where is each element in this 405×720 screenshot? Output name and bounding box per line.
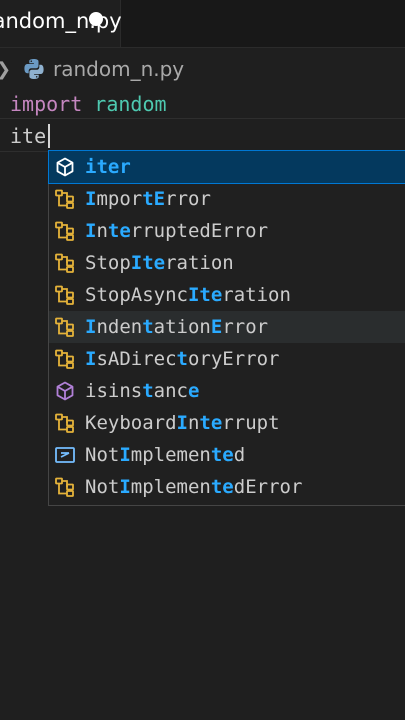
class-icon xyxy=(54,412,76,434)
match-highlight: Ite xyxy=(130,252,166,274)
label-text: n xyxy=(96,220,108,242)
typed-text: ite xyxy=(10,124,47,148)
label-text: rruptedError xyxy=(130,220,269,242)
label-text: nden xyxy=(96,316,143,338)
match-highlight: t xyxy=(142,188,154,210)
chevron-right-icon: ❯ xyxy=(0,59,11,80)
label-text: d xyxy=(233,444,246,466)
suggestion-item[interactable]: StopAsyncIteration xyxy=(49,279,405,311)
match-highlight: I xyxy=(119,444,131,466)
function-icon xyxy=(54,380,76,402)
class-icon xyxy=(54,348,76,370)
match-highlight: te xyxy=(210,476,234,498)
match-highlight: iter xyxy=(85,156,131,178)
code-line-1[interactable]: import random xyxy=(10,88,167,120)
match-highlight: te xyxy=(107,220,131,242)
class-icon xyxy=(54,476,76,498)
match-highlight: e xyxy=(187,380,200,402)
class-icon xyxy=(54,188,76,210)
label-text: Not xyxy=(85,444,120,466)
current-line-highlight xyxy=(0,118,405,152)
suggestion-label: KeyboardInterrupt xyxy=(85,407,280,439)
match-highlight: Ite xyxy=(187,284,223,306)
match-highlight: E xyxy=(153,188,166,210)
label-text: ration xyxy=(165,252,234,274)
label-text: ration xyxy=(222,284,291,306)
match-highlight: I xyxy=(85,348,97,370)
suggestion-item[interactable]: KeyboardInterrupt xyxy=(49,407,405,439)
suggestion-item[interactable]: NotImplemented xyxy=(49,439,405,471)
suggestion-label: StopAsyncIteration xyxy=(85,279,291,311)
breadcrumb: ❯ random_n.py xyxy=(0,55,405,85)
suggestion-item[interactable]: IndentationError xyxy=(49,311,405,343)
match-highlight: I xyxy=(119,476,131,498)
keyword-import: import xyxy=(10,92,83,116)
match-highlight: I xyxy=(85,220,97,242)
label-text: sADirec xyxy=(96,348,177,370)
label-text: rrupt xyxy=(222,412,280,434)
label-text: rror xyxy=(165,188,211,210)
match-highlight: t xyxy=(176,348,188,370)
suggestion-label: IsADirectoryError xyxy=(85,343,280,375)
unsaved-dot-icon[interactable] xyxy=(89,12,103,26)
suggestion-label: IndentationError xyxy=(85,311,268,343)
module-name: random xyxy=(94,92,167,116)
match-highlight: I xyxy=(176,412,188,434)
match-highlight: I xyxy=(85,188,97,210)
suggestion-label: NotImplementedError xyxy=(85,471,302,503)
match-highlight: te xyxy=(210,444,234,466)
label-text: Keyboard xyxy=(85,412,177,434)
label-text: Stop xyxy=(85,252,131,274)
class-icon xyxy=(54,220,76,242)
class-icon xyxy=(54,316,76,338)
suggestion-label: StopIteration xyxy=(85,247,234,279)
label-text: mplemen xyxy=(130,476,211,498)
label-text: anc xyxy=(153,380,188,402)
breadcrumb-file[interactable]: random_n.py xyxy=(53,57,184,81)
match-highlight: E xyxy=(210,316,223,338)
match-highlight: t xyxy=(142,316,154,338)
suggestion-label: iter xyxy=(85,151,131,183)
suggestion-item[interactable]: isinstance xyxy=(49,375,405,407)
label-text: isins xyxy=(85,380,143,402)
label-text: n xyxy=(187,412,200,434)
code-line-2[interactable]: ite xyxy=(10,120,46,152)
suggestion-item[interactable]: IsADirectoryError xyxy=(49,343,405,375)
tab-bar: random_n.py xyxy=(0,0,405,48)
suggestion-label: ImportError xyxy=(85,183,211,215)
suggestion-item[interactable]: StopIteration xyxy=(49,247,405,279)
match-highlight: I xyxy=(85,316,97,338)
suggestion-label: InterruptedError xyxy=(85,215,268,247)
constant-icon xyxy=(54,444,76,466)
label-text: StopAsync xyxy=(85,284,188,306)
match-highlight: t xyxy=(142,380,154,402)
match-highlight: te xyxy=(199,412,223,434)
tab-filename: random_n.py xyxy=(0,9,122,33)
suggestion-item[interactable]: NotImplementedError xyxy=(49,471,405,503)
function-icon xyxy=(54,156,76,178)
label-text: dError xyxy=(233,476,303,498)
suggestion-item[interactable]: iter xyxy=(48,150,405,184)
text-cursor xyxy=(48,124,50,148)
editor-tab[interactable]: random_n.py xyxy=(0,0,122,47)
suggestion-label: NotImplemented xyxy=(85,439,245,471)
python-file-icon xyxy=(24,59,44,79)
label-text: Not xyxy=(85,476,120,498)
label-text: rror xyxy=(222,316,269,338)
suggestion-item[interactable]: InterruptedError xyxy=(49,215,405,247)
class-icon xyxy=(54,284,76,306)
label-text: ation xyxy=(153,316,211,338)
label-text: mpor xyxy=(96,188,143,210)
suggestion-item[interactable]: ImportError xyxy=(49,183,405,215)
label-text: mplemen xyxy=(130,444,211,466)
label-text: oryError xyxy=(187,348,280,370)
class-icon xyxy=(54,252,76,274)
suggestion-widget: iter ImportError InterruptedError StopItera… xyxy=(48,150,405,506)
suggestion-label: isinstance xyxy=(85,375,199,407)
